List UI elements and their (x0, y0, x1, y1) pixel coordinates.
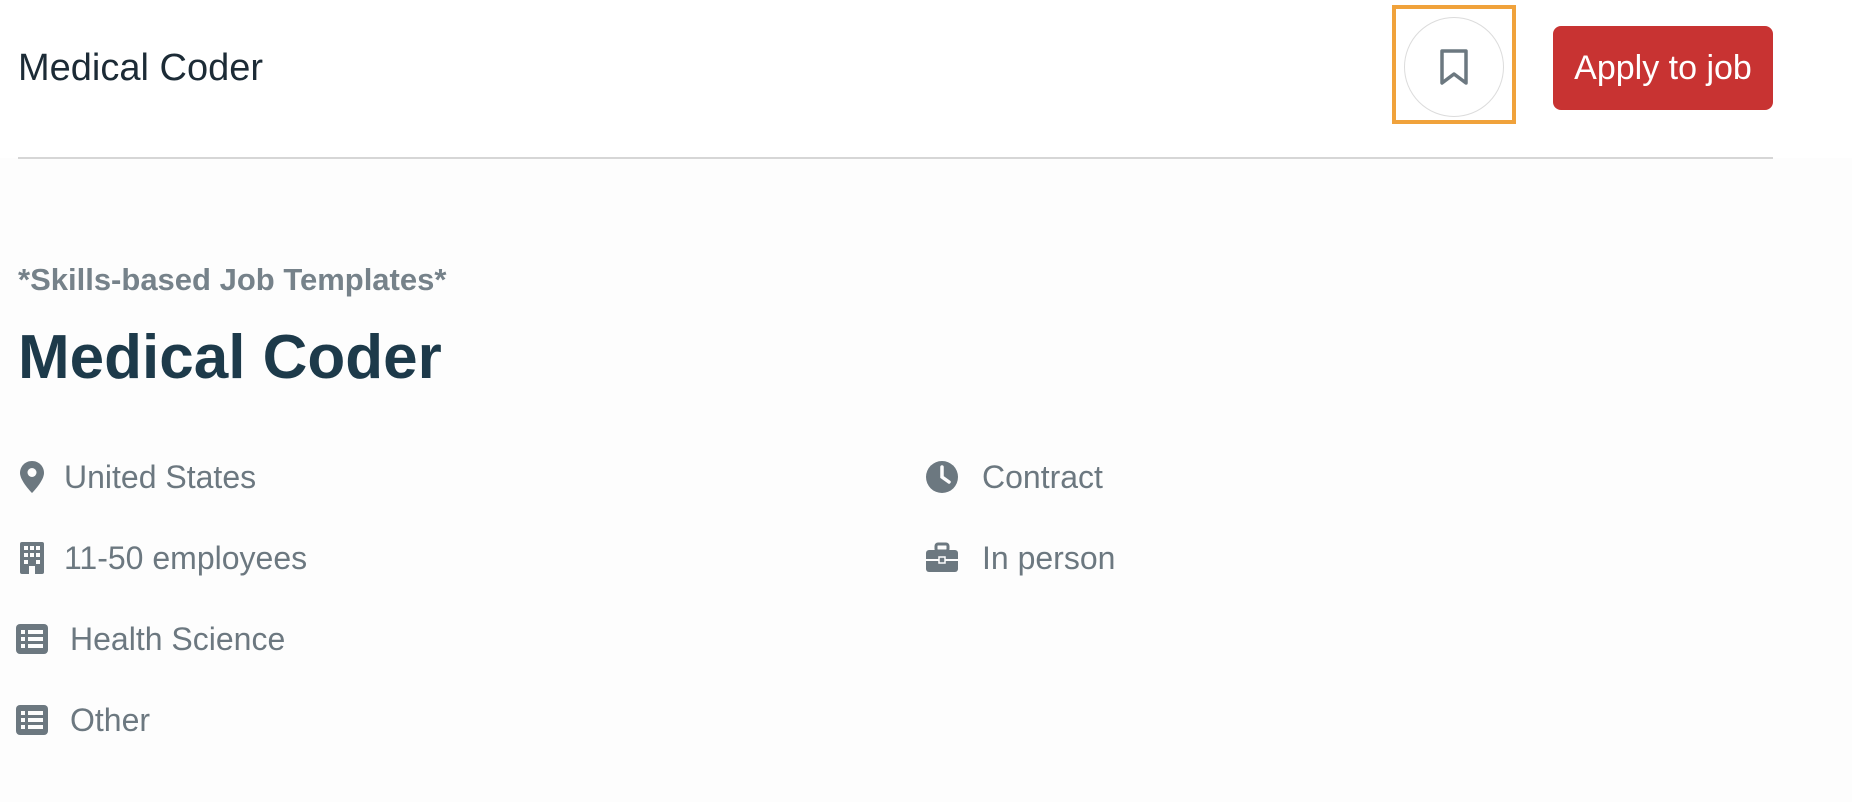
job-location: United States (14, 457, 256, 497)
list-icon (14, 621, 50, 657)
list-icon (14, 702, 50, 738)
job-template-tag: *Skills-based Job Templates* (18, 262, 447, 297)
briefcase-icon (924, 540, 960, 576)
job-workplace: In person (924, 538, 1115, 578)
job-page: Medical Coder Apply to job *Skills-based… (0, 0, 1852, 802)
job-company-size-text: 11-50 employees (64, 540, 308, 576)
job-employment-type: Contract (924, 457, 1103, 497)
job-category-text: Other (70, 702, 151, 738)
job-category: Other (14, 700, 150, 740)
job-employment-type-text: Contract (982, 459, 1103, 495)
sticky-header: Medical Coder Apply to job (0, 0, 1852, 159)
header-job-title: Medical Coder (18, 47, 263, 89)
job-company-size: 11-50 employees (14, 538, 307, 578)
page-title: Medical Coder (18, 323, 442, 392)
job-workplace-text: In person (982, 540, 1116, 576)
header-divider (18, 157, 1773, 159)
map-pin-icon (14, 459, 50, 495)
bookmark-icon (1440, 49, 1468, 85)
job-location-text: United States (64, 459, 257, 495)
job-category-text: Health Science (70, 621, 286, 657)
building-icon (14, 540, 50, 576)
job-category: Health Science (14, 619, 285, 659)
save-job-button[interactable] (1404, 17, 1504, 117)
clock-icon (924, 459, 960, 495)
apply-to-job-button[interactable]: Apply to job (1553, 26, 1773, 110)
